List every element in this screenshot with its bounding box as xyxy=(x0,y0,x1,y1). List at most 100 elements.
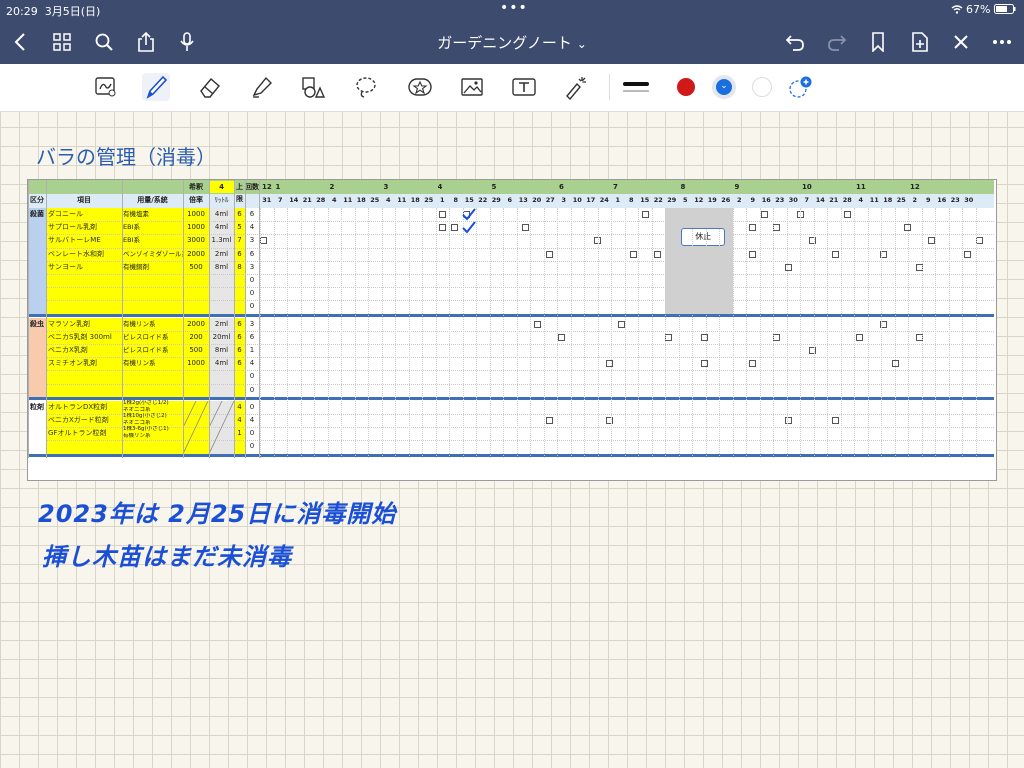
done-checkbox[interactable] xyxy=(963,250,971,258)
close-icon[interactable] xyxy=(949,30,973,54)
day-label: 25 xyxy=(370,196,380,204)
header-category: 区分 xyxy=(30,196,44,204)
row-item: サプロール乳剤 xyxy=(48,223,97,232)
done-checkbox[interactable] xyxy=(892,360,900,368)
text-box-icon[interactable] xyxy=(510,73,538,101)
day-label: 4 xyxy=(331,196,337,204)
redo-icon[interactable] xyxy=(825,30,849,54)
date-gridline xyxy=(408,208,410,458)
done-checkbox[interactable] xyxy=(927,237,935,245)
done-checkbox[interactable] xyxy=(546,250,554,258)
day-label: 28 xyxy=(316,196,326,204)
color-red-icon[interactable] xyxy=(672,73,700,101)
done-checkbox[interactable] xyxy=(438,224,446,232)
laser-pointer-icon[interactable] xyxy=(562,73,590,101)
sticker-icon[interactable] xyxy=(406,73,434,101)
highlighter-icon[interactable] xyxy=(248,73,276,101)
status-bar: 20:29 3月5日(日) ••• 67% xyxy=(0,0,1024,20)
done-checkbox[interactable] xyxy=(760,211,768,218)
date-gridline xyxy=(719,208,720,458)
color-white-icon[interactable] xyxy=(748,73,776,101)
multitask-dots[interactable]: ••• xyxy=(500,0,528,16)
header-item: 項目 xyxy=(77,196,91,204)
done-checkbox[interactable] xyxy=(558,333,566,341)
done-checkbox[interactable] xyxy=(260,237,267,245)
header-liters: ﾘｯﾄﾙ xyxy=(214,196,229,204)
done-checkbox[interactable] xyxy=(975,237,983,245)
header-ratio: 倍率 xyxy=(189,196,203,204)
date-gridline xyxy=(854,208,855,458)
battery-icon xyxy=(994,4,1016,14)
done-checkbox[interactable] xyxy=(534,320,542,328)
day-label: 30 xyxy=(964,196,974,204)
done-checkbox[interactable] xyxy=(856,333,864,341)
done-checkbox[interactable] xyxy=(522,224,530,232)
day-label: 14 xyxy=(815,196,825,204)
done-checkbox[interactable] xyxy=(844,211,852,218)
date-gridline xyxy=(489,208,491,458)
date-gridline xyxy=(894,208,896,458)
day-label: 1 xyxy=(615,196,621,204)
day-label: 17 xyxy=(586,196,596,204)
date-gridline xyxy=(665,208,666,458)
day-label: 9 xyxy=(750,196,756,204)
add-color-icon[interactable] xyxy=(786,73,814,101)
done-checkbox[interactable] xyxy=(641,211,649,218)
row-limit: 4 xyxy=(237,402,242,411)
handwritten-note-line2: 挿し木苗はまだ未消毒 xyxy=(42,543,292,571)
day-label: 22 xyxy=(653,196,663,204)
done-checkbox[interactable] xyxy=(653,250,661,258)
row-count: 0 xyxy=(249,429,255,438)
done-checkbox[interactable] xyxy=(832,417,840,424)
lasso-zoom-icon[interactable] xyxy=(92,73,120,101)
more-icon[interactable] xyxy=(990,30,1014,54)
lasso-icon[interactable] xyxy=(352,73,380,101)
row-count: 4 xyxy=(249,223,255,232)
handwritten-note-line1: 2023年は 2月25日に消毒開始 xyxy=(38,500,397,528)
done-checkbox[interactable] xyxy=(629,250,637,258)
row-limit: 6 xyxy=(237,332,242,341)
page-title: バラの管理（消毒） xyxy=(36,145,216,169)
add-page-icon[interactable] xyxy=(908,30,932,54)
day-label: 14 xyxy=(289,196,299,204)
date-gridline xyxy=(341,208,342,458)
done-checkbox[interactable] xyxy=(748,360,756,368)
row-item: ベニカXガード粒剤 xyxy=(48,416,109,424)
row-line xyxy=(46,274,994,275)
undo-icon[interactable] xyxy=(783,30,807,54)
stroke-width-icon[interactable] xyxy=(622,73,650,101)
date-gridline xyxy=(867,208,869,458)
date-gridline xyxy=(597,208,599,458)
day-label: 18 xyxy=(410,196,420,204)
done-checkbox[interactable] xyxy=(450,224,458,232)
eraser-icon[interactable] xyxy=(196,73,224,101)
date-gridline xyxy=(516,208,518,458)
color-blue-selected-icon[interactable]: ⌄ xyxy=(710,73,738,101)
done-checkbox[interactable] xyxy=(438,211,446,218)
shapes-icon[interactable] xyxy=(299,73,327,101)
row-amount: 1.3ml xyxy=(211,236,232,245)
done-checkbox[interactable] xyxy=(832,250,840,258)
pen-icon[interactable] xyxy=(142,73,170,101)
done-checkbox[interactable] xyxy=(748,250,756,258)
done-checkbox[interactable] xyxy=(546,417,554,424)
day-label: 13 xyxy=(518,196,528,204)
row-type: ピレスロイド系 xyxy=(123,346,169,354)
row-limit: 6 xyxy=(237,346,242,354)
row-amount: 4ml xyxy=(214,210,229,218)
row-count: 0 xyxy=(249,385,255,394)
date-gridline xyxy=(611,208,612,458)
day-label: 8 xyxy=(628,196,634,204)
spray-schedule-table[interactable]: 区分 項目 用量/系統 希釈 倍率 4 ﾘｯﾄﾙ 上限 回数 12 1 2 3 4 5 6 7 8 9 10 11 12 3… xyxy=(27,179,997,481)
row-limit: 8 xyxy=(237,262,242,271)
bookmark-icon[interactable] xyxy=(866,30,890,54)
row-line xyxy=(46,300,994,302)
row-limit: 1 xyxy=(237,429,242,438)
day-label: 15 xyxy=(640,196,650,204)
date-gridline xyxy=(705,208,707,458)
row-ratio: 3000 xyxy=(187,236,205,245)
image-icon[interactable] xyxy=(458,73,486,101)
done-checkbox[interactable] xyxy=(665,333,673,341)
done-checkbox[interactable] xyxy=(748,224,756,232)
date-gridline xyxy=(557,208,558,458)
